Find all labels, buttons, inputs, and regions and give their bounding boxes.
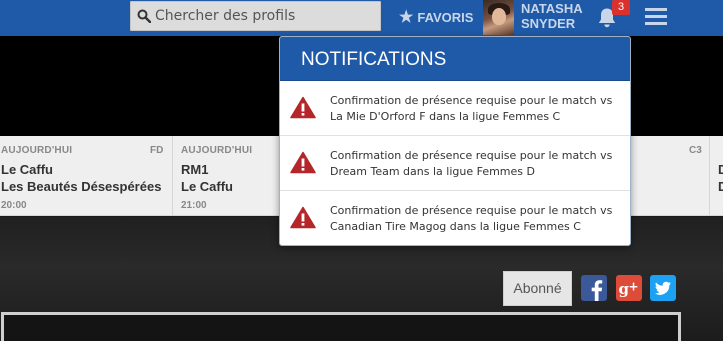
google-plus-icon[interactable]: g + [616,275,642,301]
match-card[interactable]: D D [718,136,723,216]
hamburger-menu-icon[interactable] [645,8,667,25]
notification-message: Confirmation de présence requise pour le… [330,204,613,233]
match-league-code: FD [150,145,164,156]
match-team-away: Les Beautés Désespérées [1,179,162,194]
favorites-link[interactable]: ★ FAVORIS [399,7,473,27]
match-card[interactable]: AUJOURD'HUI RM1 Le Caffu 21:00 [181,136,276,216]
divider [172,136,173,216]
match-team-home: Le Caffu [1,162,53,177]
match-day: AUJOURD'HUI [1,145,73,156]
match-card[interactable]: AUJOURD'HUI FD Le Caffu Les Beautés Dése… [1,136,171,216]
match-time: 21:00 [181,200,207,211]
notification-message: Confirmation de présence requise pour le… [330,94,613,123]
warning-icon [290,151,316,174]
notification-message: Confirmation de présence requise pour le… [330,149,613,178]
top-navigation-bar: ★ FAVORIS NATASHA SNYDER 3 [0,0,723,36]
notification-item[interactable]: Confirmation de présence requise pour le… [280,191,630,245]
user-first-name: NATASHA [521,1,583,16]
match-team-home: D [718,162,723,177]
user-name[interactable]: NATASHA SNYDER [521,1,583,31]
search-box[interactable] [130,1,381,31]
notification-item[interactable]: Confirmation de présence requise pour le… [280,81,630,136]
subscribed-button[interactable]: Abonné [503,271,572,306]
favorites-label: FAVORIS [417,9,474,25]
svg-text:+: + [629,280,639,294]
warning-icon [290,96,316,119]
avatar[interactable] [483,0,514,35]
notifications-dropdown: NOTIFICATIONS Confirmation de présence r… [279,36,631,246]
match-team-away: Le Caffu [181,179,233,194]
content-panel [1,312,681,341]
match-time: 20:00 [1,200,27,211]
match-day: AUJOURD'HUI [181,145,253,156]
star-icon: ★ [399,9,414,26]
match-card[interactable]: C3 [640,136,702,216]
match-league-code: C3 [689,145,702,156]
user-last-name: SNYDER [521,16,576,31]
notifications-title: NOTIFICATIONS [280,37,630,81]
twitter-icon[interactable] [650,275,676,301]
divider [709,136,710,216]
match-team-away: D [718,179,723,194]
search-icon [137,9,151,23]
warning-icon [290,206,316,229]
notification-item[interactable]: Confirmation de présence requise pour le… [280,136,630,191]
facebook-icon[interactable] [581,275,607,301]
search-input[interactable] [151,2,371,30]
match-team-home: RM1 [181,162,209,177]
notification-count-badge: 3 [612,0,630,15]
